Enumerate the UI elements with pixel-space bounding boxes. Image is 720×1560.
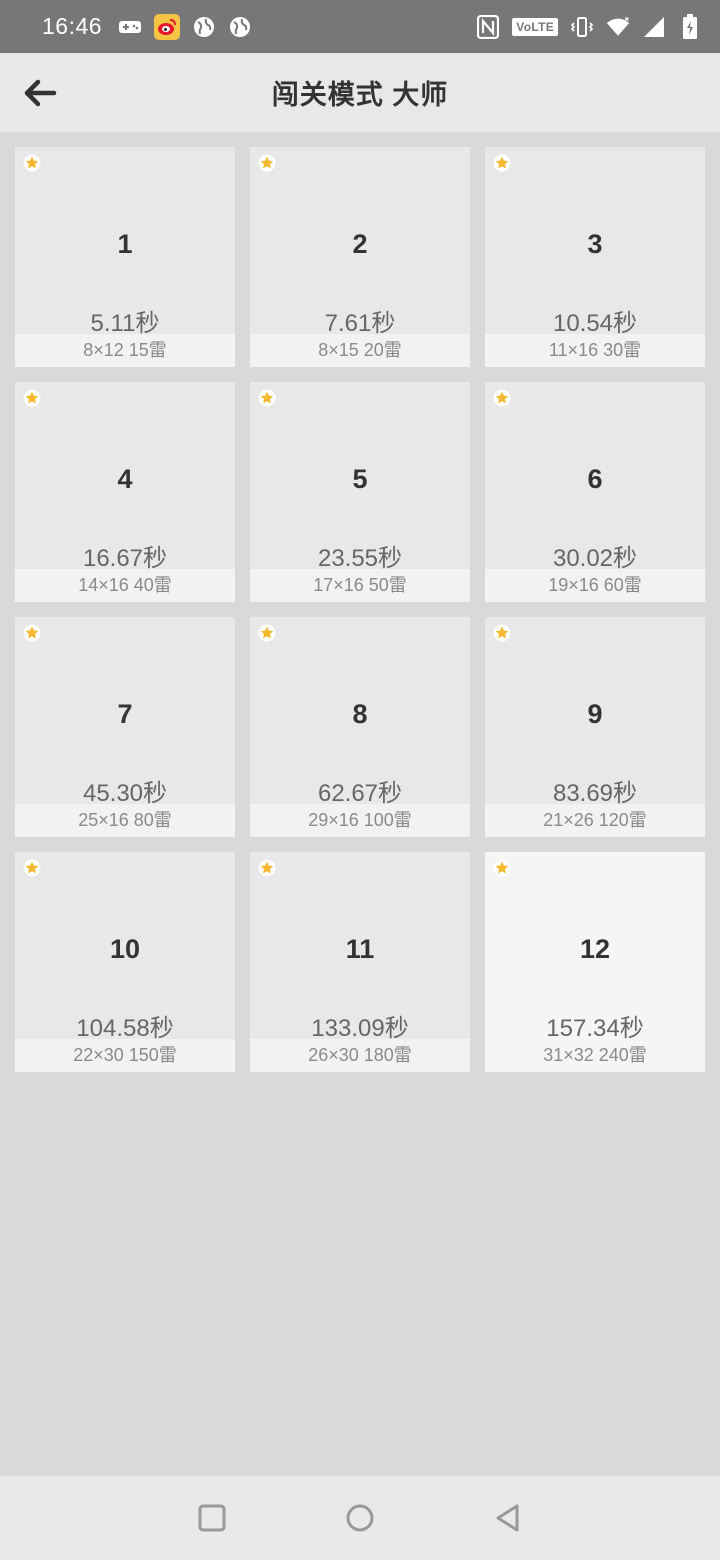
home-button[interactable] [336, 1494, 384, 1542]
status-bar: 16:46 VoLTE [0, 0, 720, 53]
triangle-back-icon [496, 1504, 519, 1532]
page-title: 闯关模式 大师 [271, 80, 449, 110]
star-icon [258, 154, 276, 172]
level-best-time: 45.30秒 [82, 780, 168, 807]
weibo-icon [154, 13, 181, 40]
recents-button[interactable] [188, 1494, 236, 1542]
level-board-info: 8×12 15雷 [15, 334, 235, 367]
star-icon [23, 154, 41, 172]
level-card-8[interactable]: 8 62.67秒 29×16 100雷 [250, 617, 470, 837]
level-board-info: 21×26 120雷 [485, 804, 705, 837]
level-board-info: 11×16 30雷 [485, 334, 705, 367]
level-card-11[interactable]: 11 133.09秒 26×30 180雷 [250, 852, 470, 1072]
level-grid: 1 5.11秒 8×12 15雷 2 7.61秒 8×15 20雷 3 10.5… [15, 147, 705, 1072]
level-board-info: 14×16 40雷 [15, 569, 235, 602]
nav-back-button[interactable] [484, 1494, 532, 1542]
star-icon [258, 624, 276, 642]
star-icon [493, 389, 511, 407]
system-nav-bar [0, 1476, 720, 1560]
level-number: 3 [587, 229, 603, 259]
level-card-7[interactable]: 7 45.30秒 25×16 80雷 [15, 617, 235, 837]
level-card-10[interactable]: 10 104.58秒 22×30 150雷 [15, 852, 235, 1072]
star-icon [493, 154, 511, 172]
level-board-info: 8×15 20雷 [250, 334, 470, 367]
level-best-time: 83.69秒 [552, 780, 638, 807]
level-number: 11 [345, 934, 375, 964]
level-best-time: 10.54秒 [552, 310, 638, 337]
level-best-time: 16.67秒 [82, 545, 168, 572]
level-number: 4 [117, 464, 133, 494]
nfc-icon [476, 14, 500, 39]
level-number: 2 [352, 229, 368, 259]
level-card-5[interactable]: 5 23.55秒 17×16 50雷 [250, 382, 470, 602]
level-card-6[interactable]: 6 30.02秒 19×16 60雷 [485, 382, 705, 602]
level-board-info: 19×16 60雷 [485, 569, 705, 602]
level-best-time: 5.11秒 [90, 310, 160, 337]
level-number: 10 [109, 934, 141, 964]
level-best-time: 23.55秒 [317, 545, 403, 572]
star-icon [258, 389, 276, 407]
volte-icon: VoLTE [512, 17, 558, 36]
level-number: 1 [117, 229, 133, 259]
level-board-info: 26×30 180雷 [250, 1039, 470, 1072]
square-icon [198, 1504, 226, 1532]
level-number: 12 [579, 934, 611, 964]
level-card-12[interactable]: 12 157.34秒 31×32 240雷 [485, 852, 705, 1072]
signal-icon [642, 15, 666, 39]
level-board-info: 17×16 50雷 [250, 569, 470, 602]
status-notification-icons [118, 13, 252, 40]
level-best-time: 62.67秒 [317, 780, 403, 807]
level-board-info: 25×16 80雷 [15, 804, 235, 837]
status-system-icons: VoLTE [476, 13, 702, 39]
star-icon [23, 624, 41, 642]
level-card-9[interactable]: 9 83.69秒 21×26 120雷 [485, 617, 705, 837]
gamepad-icon [118, 15, 142, 39]
level-best-time: 7.61秒 [324, 310, 396, 337]
globe-icon [228, 15, 252, 39]
battery-icon [678, 13, 702, 39]
level-best-time: 157.34秒 [546, 1015, 644, 1042]
level-best-time: 30.02秒 [552, 545, 638, 572]
level-board-info: 22×30 150雷 [15, 1039, 235, 1072]
level-best-time: 133.09秒 [311, 1015, 409, 1042]
level-board-info: 31×32 240雷 [485, 1039, 705, 1072]
star-icon [493, 624, 511, 642]
level-card-4[interactable]: 4 16.67秒 14×16 40雷 [15, 382, 235, 602]
level-number: 5 [352, 464, 368, 494]
level-board-info: 29×16 100雷 [250, 804, 470, 837]
status-time: 16:46 [42, 13, 103, 39]
star-icon [258, 859, 276, 877]
star-icon [493, 859, 511, 877]
back-button[interactable] [18, 73, 62, 113]
level-card-2[interactable]: 2 7.61秒 8×15 20雷 [250, 147, 470, 367]
app-bar: 闯关模式 大师 [0, 53, 720, 132]
star-icon [23, 389, 41, 407]
level-number: 9 [587, 699, 603, 729]
circle-icon [346, 1504, 374, 1532]
wifi-icon [606, 15, 630, 39]
level-card-1[interactable]: 1 5.11秒 8×12 15雷 [15, 147, 235, 367]
arrow-left-icon [24, 79, 57, 107]
vibrate-icon [570, 15, 594, 39]
level-best-time: 104.58秒 [76, 1015, 174, 1042]
level-number: 8 [352, 699, 368, 729]
level-number: 7 [117, 699, 133, 729]
star-icon [23, 859, 41, 877]
globe-icon [192, 15, 216, 39]
level-number: 6 [587, 464, 603, 494]
level-card-3[interactable]: 3 10.54秒 11×16 30雷 [485, 147, 705, 367]
